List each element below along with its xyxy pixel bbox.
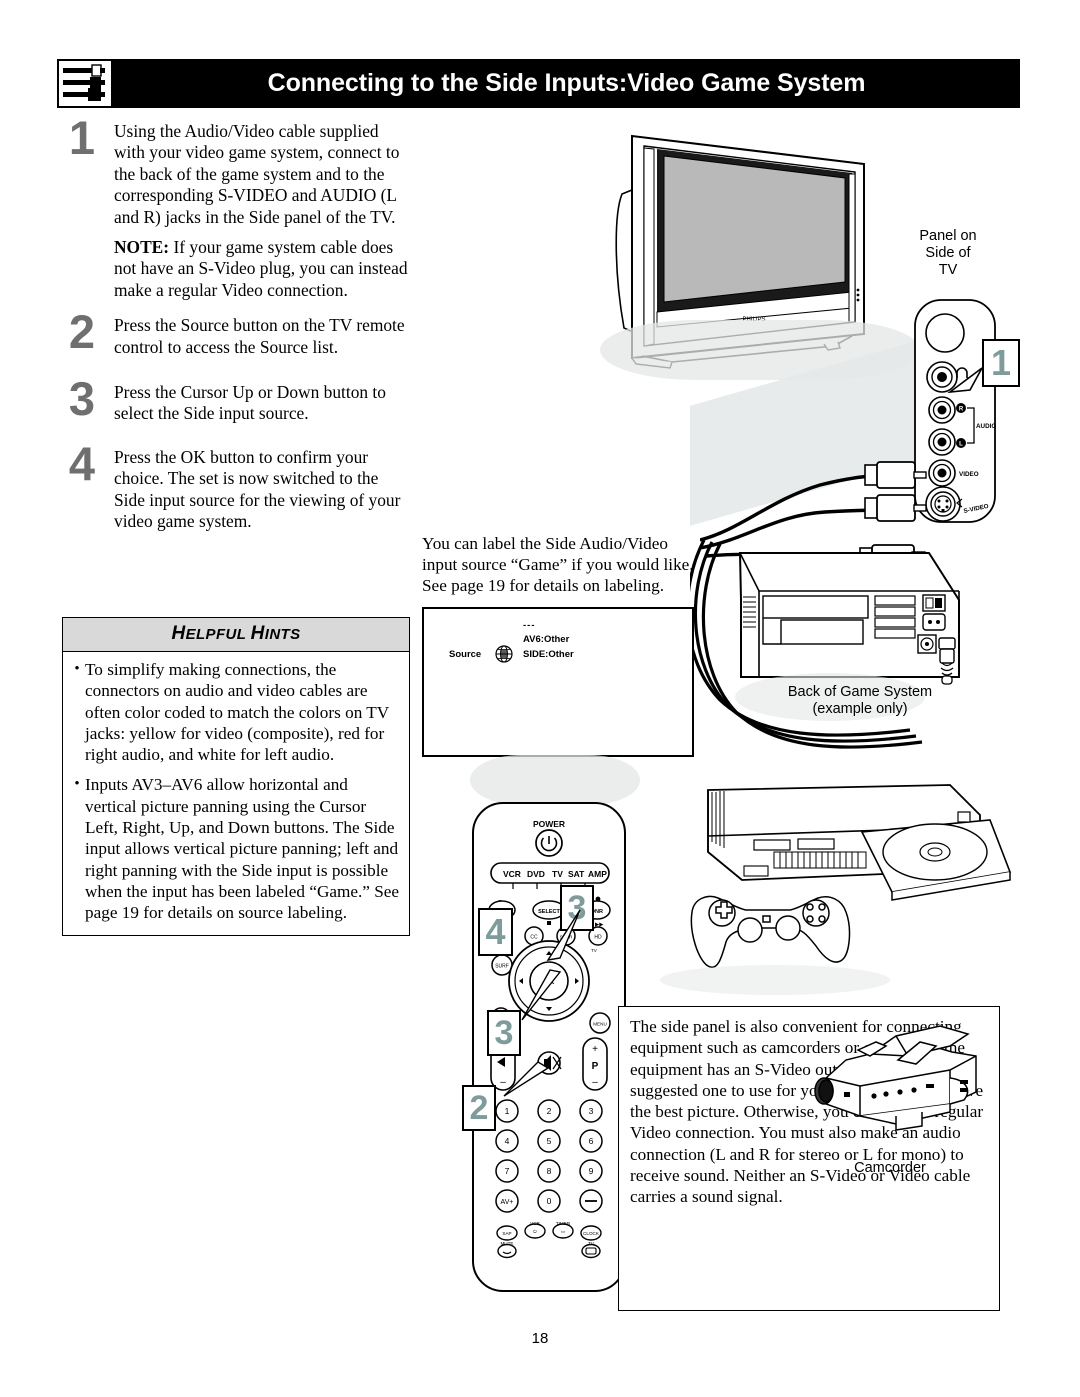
device-sat: SAT xyxy=(568,869,585,879)
bullet-glyph: • xyxy=(74,661,80,677)
callout-2-number: 2 xyxy=(469,1088,489,1127)
osd-menu-label: Source xyxy=(449,649,482,660)
osd-ellipsis: --- xyxy=(523,620,536,631)
step-2-text: Press the Source button on the TV remote… xyxy=(114,315,405,357)
power-label: POWER xyxy=(533,819,565,829)
device-tv: TV xyxy=(552,869,563,879)
step-1: 1 Using the Audio/Video cable supplied w… xyxy=(62,114,410,301)
num-9: 9 xyxy=(589,1166,594,1176)
tv-small-label: TV xyxy=(588,1241,595,1246)
source-label-note: You can label the Side Audio/Video input… xyxy=(422,534,694,595)
vcr-small-label: VCR xyxy=(530,1221,540,1226)
device-amp: AMP xyxy=(588,869,607,879)
hint-text: To simplify making connections, the conn… xyxy=(85,660,389,765)
game-system-back xyxy=(738,552,960,685)
helpful-hints-title: HELPFUL HINTS xyxy=(171,623,301,644)
num-0: 0 xyxy=(547,1196,552,1206)
device-vcr: VCR xyxy=(503,869,521,879)
helpful-hints-header: HELPFUL HINTS xyxy=(63,618,409,652)
step-2: 2 Press the Source button on the TV remo… xyxy=(62,308,410,358)
num-8: 8 xyxy=(547,1166,552,1176)
osd-item-side[interactable]: SIDE:Other xyxy=(523,649,574,660)
step-3-number: 3 xyxy=(68,372,96,426)
helpful-hints-list: • To simplify making connections, the co… xyxy=(63,652,409,935)
step-1-number: 1 xyxy=(68,111,96,164)
step-4-text: Press the OK button to confirm your choi… xyxy=(114,446,401,532)
manual-page: Connecting to the Side Inputs:Video Game… xyxy=(0,0,1080,1397)
speaker-circle xyxy=(925,313,965,353)
svg-text:⏻: ⏻ xyxy=(533,1229,537,1234)
step-4: 4 Press the OK button to confirm your ch… xyxy=(62,440,410,533)
game-system-label: Back of Game System (example only) xyxy=(740,684,980,718)
step-2-number: 2 xyxy=(68,305,96,359)
svg-text:▭: ▭ xyxy=(561,1229,566,1234)
mute-small-label: MUTE xyxy=(500,1241,513,1246)
panel-label-line: Side of xyxy=(925,245,971,261)
panel-label-line: Panel on xyxy=(919,228,977,244)
step-3: 3 Press the Cursor Up or Down button to … xyxy=(62,375,410,425)
camcorder-label: Camcorder xyxy=(854,1160,926,1176)
osd-item-av6[interactable]: AV6:Other xyxy=(523,634,569,645)
sap-button: SAP xyxy=(502,1231,511,1236)
page-title: Connecting to the Side Inputs:Video Game… xyxy=(267,69,866,97)
device-dvd: DVD xyxy=(527,869,545,879)
page-number: 18 xyxy=(531,1330,549,1347)
panel-on-side-label: Panel on Side of TV xyxy=(893,228,1003,279)
hint-text: Inputs AV3–AV6 allow horizontal and vert… xyxy=(85,775,400,923)
header-bar: Connecting to the Side Inputs:Video Game… xyxy=(113,59,1020,108)
camcorder-illustration xyxy=(814,1025,977,1131)
game-system-label-line: (example only) xyxy=(812,701,908,717)
clock-button: CLOCK xyxy=(583,1231,600,1236)
helpful-hints-box: HELPFUL HINTS • To simplify making conne… xyxy=(62,617,410,936)
timer-label: TIMER xyxy=(556,1221,571,1226)
callout-2: 2 xyxy=(462,1085,496,1131)
game-system-label-line: Back of Game System xyxy=(787,684,933,700)
step-3-text: Press the Cursor Up or Down button to se… xyxy=(114,382,386,424)
source-globe-icon xyxy=(495,645,513,663)
game-console-illustration xyxy=(690,784,1012,969)
osd-screenshot: --- AV6:Other SIDE:Other Source xyxy=(422,607,694,757)
av-cables-icon xyxy=(57,59,113,108)
hint-item: • Inputs AV3–AV6 allow horizontal and ve… xyxy=(69,774,400,923)
step-1-text: Using the Audio/Video cable supplied wit… xyxy=(114,121,400,227)
callout-leaders xyxy=(503,909,581,1097)
steps-column: 1 Using the Audio/Video cable supplied w… xyxy=(62,114,410,539)
av-button: AV+ xyxy=(501,1199,514,1206)
num-7: 7 xyxy=(505,1166,510,1176)
bullet-glyph: • xyxy=(74,776,80,793)
step-4-number: 4 xyxy=(68,436,96,490)
callout-1-number: 1 xyxy=(990,342,1012,383)
hint-item: • To simplify making connections, the co… xyxy=(69,659,400,765)
shadow-blob-console xyxy=(660,965,890,995)
note-prefix: NOTE: xyxy=(114,237,170,258)
page-header: Connecting to the Side Inputs:Video Game… xyxy=(57,59,1020,108)
step-1-note: NOTE: If your game system cable does not… xyxy=(114,237,410,301)
panel-label-line: TV xyxy=(938,262,958,278)
